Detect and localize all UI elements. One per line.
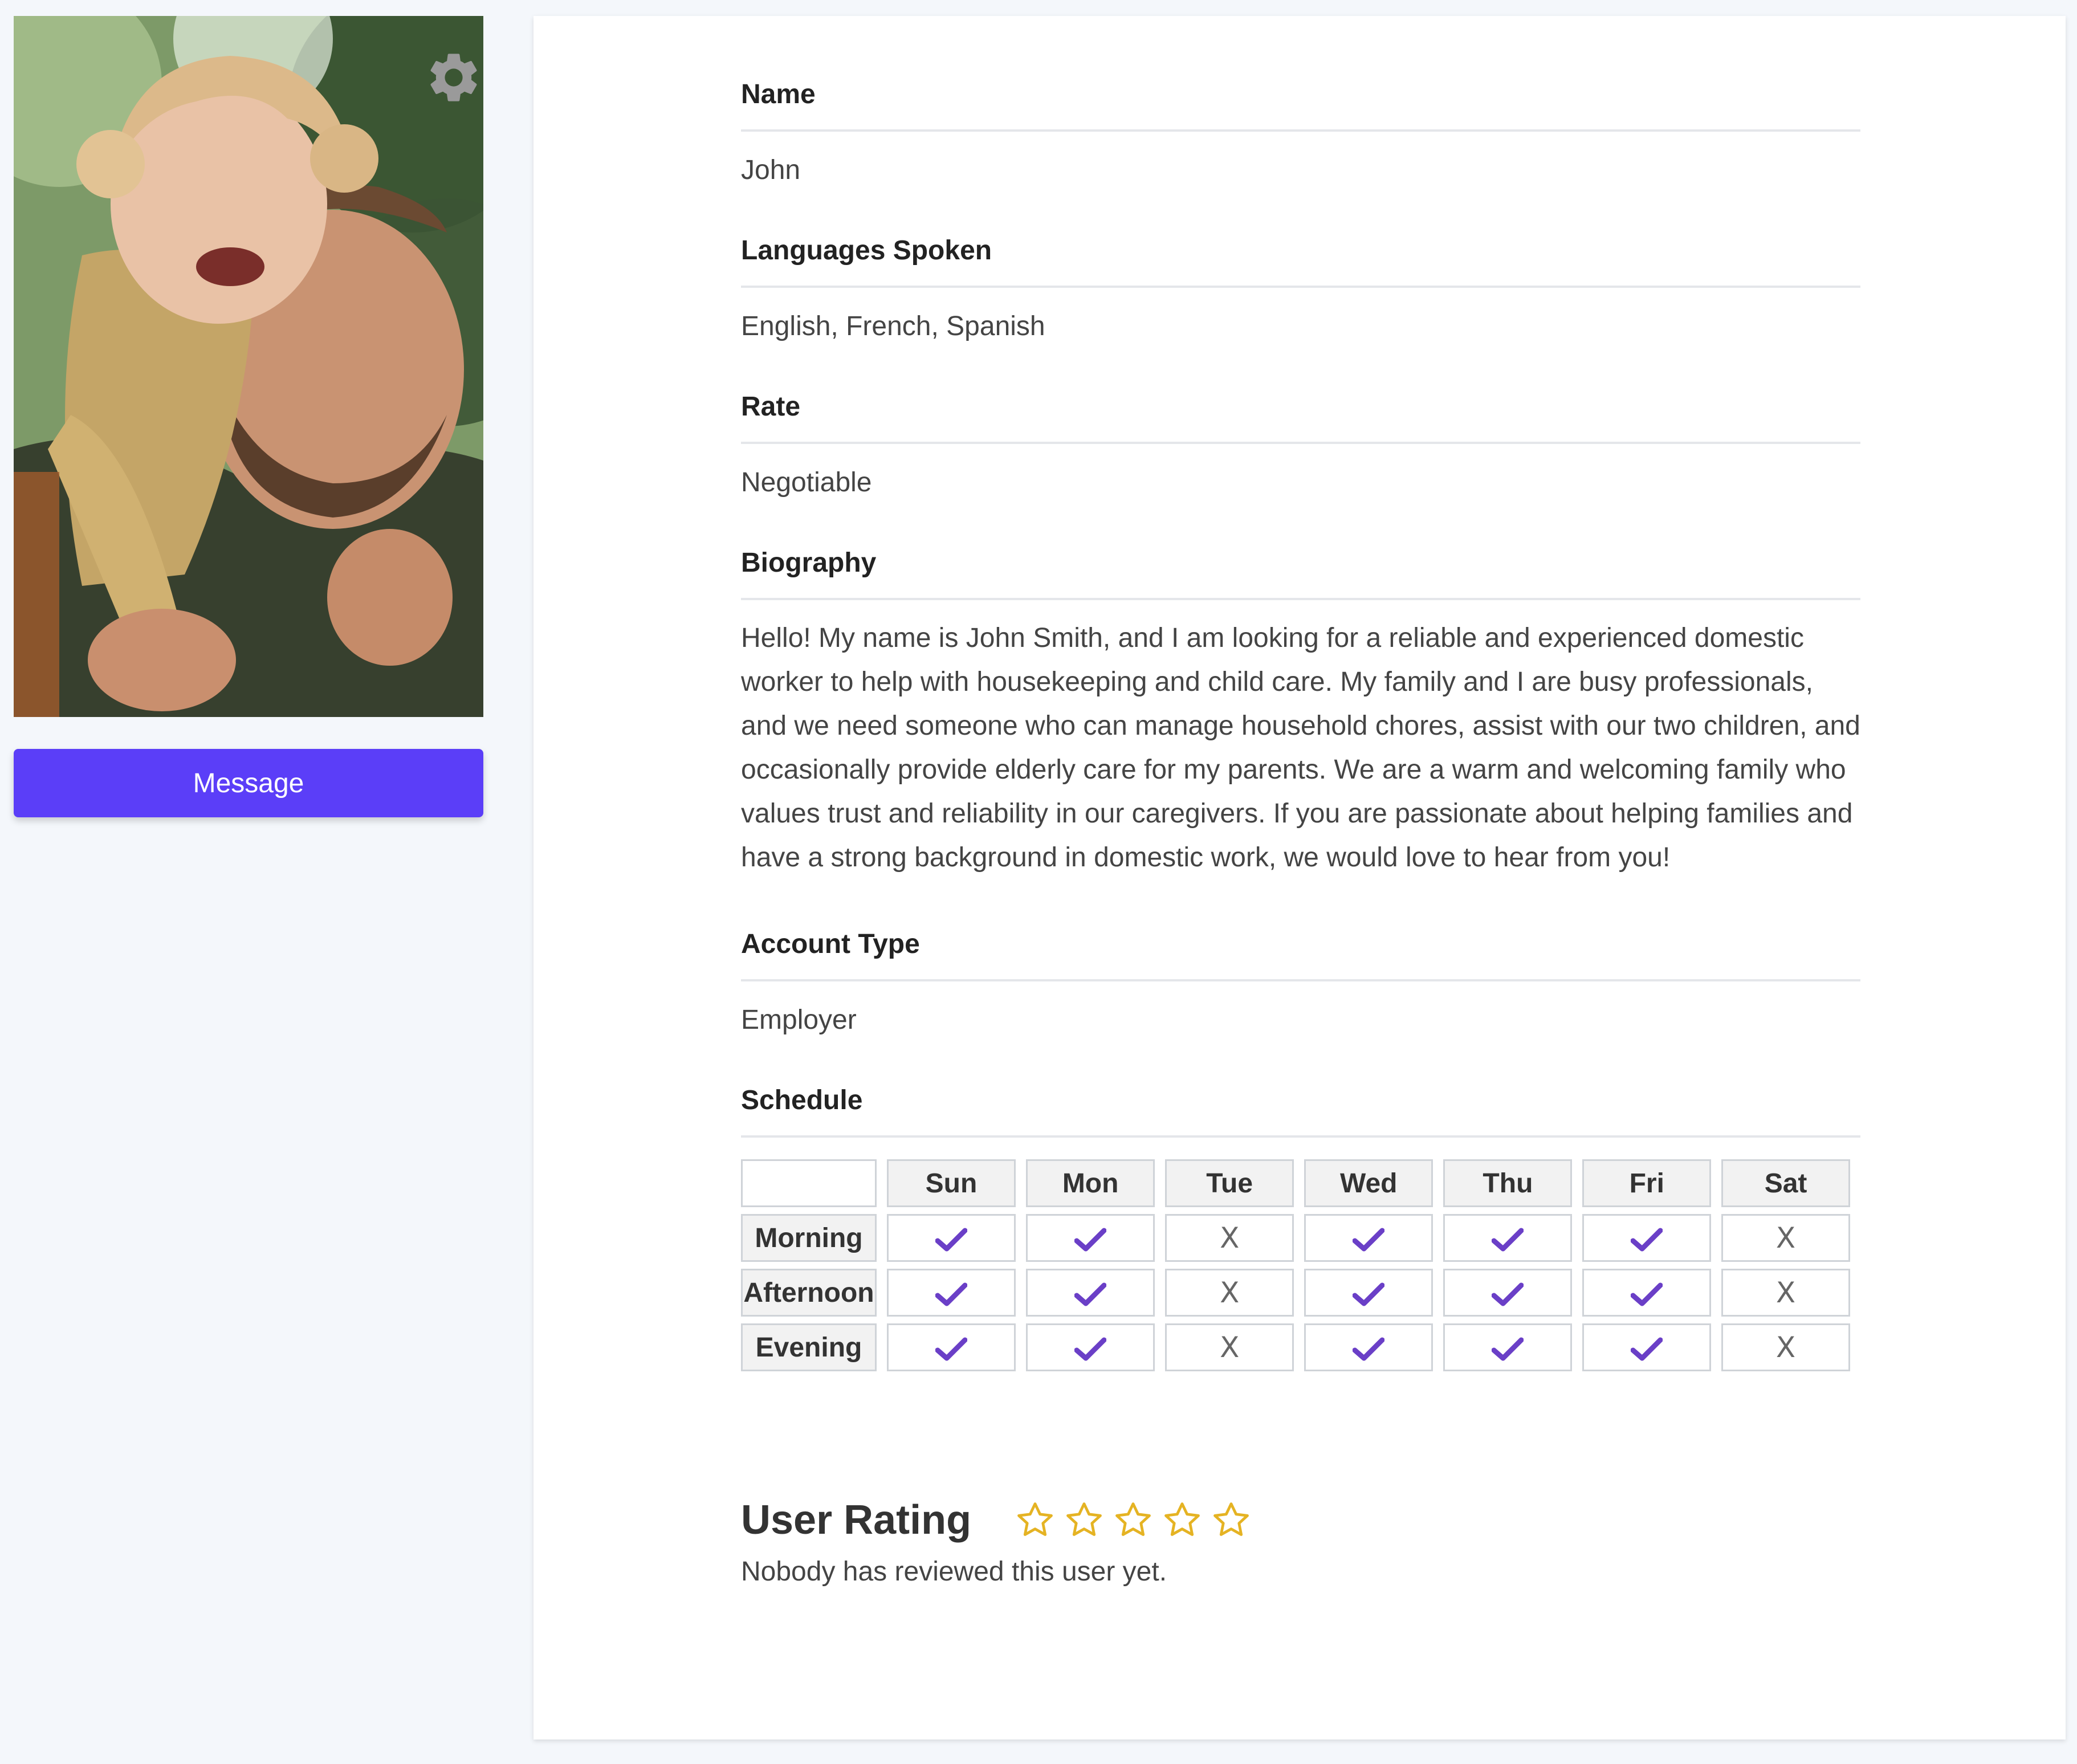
user-rating: User Rating <box>741 1497 1860 1543</box>
field-account-type: Account Type Employer <box>741 879 1860 1036</box>
field-biography: Biography Hello! My name is John Smith, … <box>741 498 1860 879</box>
schedule-cell-available <box>1026 1269 1155 1317</box>
name-label: Name <box>741 16 1860 132</box>
schedule-cell-available <box>1443 1323 1573 1371</box>
star-icon[interactable] <box>1113 1500 1154 1541</box>
cross-icon: X <box>1775 1276 1796 1309</box>
schedule-day-header: Mon <box>1026 1159 1155 1207</box>
check-icon <box>1074 1282 1107 1306</box>
check-icon <box>1492 1228 1524 1252</box>
schedule-day-header: Tue <box>1165 1159 1294 1207</box>
schedule-row-label: Evening <box>741 1323 877 1371</box>
field-name: Name John <box>741 16 1860 186</box>
schedule-cell-available <box>1026 1214 1155 1262</box>
cross-icon: X <box>1775 1221 1796 1254</box>
schedule-row-label: Afternoon <box>741 1269 877 1317</box>
schedule-cell-available <box>1026 1323 1155 1371</box>
schedule-row: Afternoon X X <box>741 1269 1850 1317</box>
biography-label: Biography <box>741 498 1860 600</box>
biography-value: Hello! My name is John Smith, and I am l… <box>741 623 1860 873</box>
schedule-day-header: Sun <box>886 1159 1016 1207</box>
profile-photo-illustration <box>14 16 483 717</box>
message-button[interactable]: Message <box>14 749 483 817</box>
schedule-cell-unavailable: X <box>1721 1214 1850 1262</box>
languages-label: Languages Spoken <box>741 186 1860 288</box>
gear-icon[interactable] <box>424 48 483 107</box>
profile-details-panel: Name John Languages Spoken English, Fren… <box>533 16 2066 1739</box>
schedule-cell-unavailable: X <box>1165 1323 1294 1371</box>
star-icon[interactable] <box>1064 1500 1105 1541</box>
schedule-cell-available <box>1443 1269 1573 1317</box>
account-type-label: Account Type <box>741 879 1860 981</box>
check-icon <box>935 1228 967 1252</box>
check-icon <box>1631 1337 1663 1361</box>
rating-note: Nobody has reviewed this user yet. <box>741 1557 1167 1587</box>
schedule-day-header: Wed <box>1304 1159 1433 1207</box>
schedule-cell-available <box>1582 1214 1712 1262</box>
cross-icon: X <box>1220 1276 1240 1309</box>
schedule-cell-available <box>1582 1269 1712 1317</box>
profile-photo <box>14 16 483 717</box>
schedule-cell-unavailable: X <box>1721 1323 1850 1371</box>
check-icon <box>1631 1282 1663 1306</box>
check-icon <box>1492 1337 1524 1361</box>
schedule-cell-unavailable: X <box>1721 1269 1850 1317</box>
check-icon <box>1492 1282 1524 1306</box>
rating-stars <box>1015 1500 1252 1541</box>
schedule-cell-unavailable: X <box>1165 1214 1294 1262</box>
check-icon <box>1353 1228 1385 1252</box>
schedule-corner-cell <box>741 1159 877 1207</box>
cross-icon: X <box>1220 1221 1240 1254</box>
rate-label: Rate <box>741 342 1860 444</box>
profile-details: Name John Languages Spoken English, Fren… <box>741 16 1860 1587</box>
star-icon[interactable] <box>1211 1500 1252 1541</box>
cross-icon: X <box>1220 1331 1240 1364</box>
schedule-label: Schedule <box>741 1036 1860 1138</box>
check-icon <box>935 1282 967 1306</box>
check-icon <box>1631 1228 1663 1252</box>
profile-sidebar: Message <box>14 16 483 817</box>
check-icon <box>1353 1337 1385 1361</box>
schedule-header-row: Sun Mon Tue Wed Thu Fri Sat <box>741 1159 1850 1207</box>
schedule-cell-available <box>886 1323 1016 1371</box>
schedule-day-header: Sat <box>1721 1159 1850 1207</box>
rate-value: Negotiable <box>741 467 872 498</box>
schedule-row: Morning X X <box>741 1214 1850 1262</box>
star-icon[interactable] <box>1015 1500 1056 1541</box>
schedule-cell-available <box>1443 1214 1573 1262</box>
check-icon <box>1353 1282 1385 1306</box>
schedule-row: Evening X X <box>741 1323 1850 1371</box>
name-value: John <box>741 155 801 185</box>
field-languages: Languages Spoken English, French, Spanis… <box>741 186 1860 342</box>
cross-icon: X <box>1775 1331 1796 1364</box>
schedule-cell-available <box>1304 1214 1433 1262</box>
star-icon[interactable] <box>1162 1500 1203 1541</box>
user-rating-title: User Rating <box>741 1497 972 1543</box>
field-schedule: Schedule Sun Mon Tue Wed Thu Fri Sat Mor… <box>741 1036 1860 1378</box>
schedule-cell-available <box>886 1214 1016 1262</box>
schedule-cell-available <box>1304 1269 1433 1317</box>
schedule-row-label: Morning <box>741 1214 877 1262</box>
account-type-value: Employer <box>741 1005 857 1035</box>
schedule-day-header: Fri <box>1582 1159 1712 1207</box>
schedule-cell-available <box>886 1269 1016 1317</box>
check-icon <box>1074 1337 1107 1361</box>
check-icon <box>935 1337 967 1361</box>
schedule-table: Sun Mon Tue Wed Thu Fri Sat Morning XX A… <box>731 1152 1860 1378</box>
field-rate: Rate Negotiable <box>741 342 1860 498</box>
schedule-cell-available <box>1304 1323 1433 1371</box>
check-icon <box>1074 1228 1107 1252</box>
languages-value: English, French, Spanish <box>741 311 1045 341</box>
schedule-day-header: Thu <box>1443 1159 1573 1207</box>
schedule-cell-available <box>1582 1323 1712 1371</box>
schedule-cell-unavailable: X <box>1165 1269 1294 1317</box>
